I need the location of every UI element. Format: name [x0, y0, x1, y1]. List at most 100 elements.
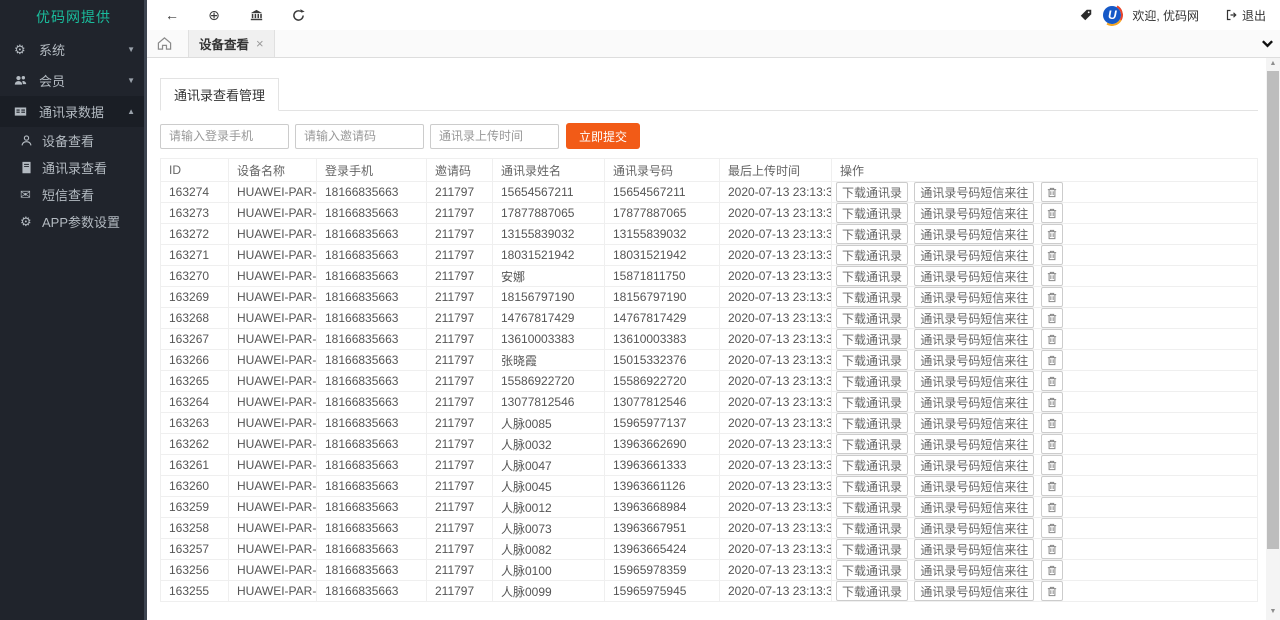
delete-button[interactable]: [1040, 518, 1063, 538]
delete-button[interactable]: [1040, 371, 1063, 391]
refresh-button[interactable]: [277, 0, 319, 30]
sms-history-button[interactable]: 通讯录号码短信来往: [914, 476, 1035, 496]
delete-button[interactable]: [1040, 203, 1063, 223]
delete-button[interactable]: [1040, 182, 1063, 202]
delete-button[interactable]: [1040, 581, 1063, 601]
delete-button[interactable]: [1040, 434, 1063, 454]
logout-button[interactable]: 退出: [1226, 7, 1266, 24]
sms-history-button[interactable]: 通讯录号码短信来往: [914, 581, 1035, 601]
sms-history-button[interactable]: 通讯录号码短信来往: [914, 287, 1035, 307]
table-row: 163267 HUAWEI-PAR-AL00 18166835663 21179…: [160, 328, 1258, 350]
sms-history-button[interactable]: 通讯录号码短信来往: [914, 413, 1035, 433]
sidebar-item-members[interactable]: 会员 ▼: [0, 65, 147, 96]
cell-invite: 211797: [426, 265, 493, 287]
back-button[interactable]: ←: [151, 0, 193, 30]
download-contacts-button[interactable]: 下载通讯录: [836, 560, 909, 580]
download-contacts-button[interactable]: 下载通讯录: [836, 371, 909, 391]
sms-history-button[interactable]: 通讯录号码短信来往: [914, 497, 1035, 517]
cell-number: 15965975945: [604, 580, 720, 602]
sms-history-button[interactable]: 通讯录号码短信来往: [914, 203, 1035, 223]
table-row: 163274 HUAWEI-PAR-AL00 18166835663 21179…: [160, 181, 1258, 203]
download-contacts-button[interactable]: 下载通讯录: [836, 434, 909, 454]
clear-cache-button[interactable]: [235, 0, 277, 30]
download-contacts-button[interactable]: 下载通讯录: [836, 182, 909, 202]
download-contacts-button[interactable]: 下载通讯录: [836, 581, 909, 601]
delete-button[interactable]: [1040, 413, 1063, 433]
table-row: 163272 HUAWEI-PAR-AL00 18166835663 21179…: [160, 223, 1258, 245]
download-contacts-button[interactable]: 下载通讯录: [836, 224, 909, 244]
download-contacts-button[interactable]: 下载通讯录: [836, 350, 909, 370]
download-contacts-button[interactable]: 下载通讯录: [836, 329, 909, 349]
delete-button[interactable]: [1040, 539, 1063, 559]
login-phone-input[interactable]: [160, 123, 289, 149]
vertical-scrollbar[interactable]: ▲ ▼: [1266, 58, 1280, 620]
download-contacts-button[interactable]: 下载通讯录: [836, 266, 909, 286]
sms-history-button[interactable]: 通讯录号码短信来往: [914, 518, 1035, 538]
sms-history-button[interactable]: 通讯录号码短信来往: [914, 392, 1035, 412]
trash-icon: [1047, 482, 1056, 492]
sms-history-button[interactable]: 通讯录号码短信来往: [914, 560, 1035, 580]
sms-history-button[interactable]: 通讯录号码短信来往: [914, 329, 1035, 349]
download-contacts-button[interactable]: 下载通讯录: [836, 476, 909, 496]
sidebar-item-device-view[interactable]: 设备查看: [0, 127, 147, 154]
delete-button[interactable]: [1040, 476, 1063, 496]
cell-time: 2020-07-13 23:13:32: [719, 223, 832, 245]
upload-time-input[interactable]: [430, 123, 559, 149]
invite-code-input[interactable]: [295, 123, 424, 149]
sms-history-button[interactable]: 通讯录号码短信来往: [914, 455, 1035, 475]
scroll-down-arrow[interactable]: ▼: [1266, 606, 1280, 618]
download-contacts-button[interactable]: 下载通讯录: [836, 287, 909, 307]
home-icon[interactable]: [157, 36, 172, 51]
delete-button[interactable]: [1040, 329, 1063, 349]
contacts-table: ID 设备名称 登录手机 邀请码 通讯录姓名 通讯录号码 最后上传时间 操作 1…: [160, 158, 1258, 602]
sms-history-button[interactable]: 通讯录号码短信来往: [914, 434, 1035, 454]
delete-button[interactable]: [1040, 287, 1063, 307]
download-contacts-button[interactable]: 下载通讯录: [836, 539, 909, 559]
tag-icon[interactable]: [1080, 9, 1092, 21]
sidebar-item-sms-view[interactable]: ✉ 短信查看: [0, 181, 147, 208]
tab-device-view[interactable]: 设备查看 ×: [188, 30, 275, 57]
delete-button[interactable]: [1040, 560, 1063, 580]
delete-button[interactable]: [1040, 308, 1063, 328]
delete-button[interactable]: [1040, 266, 1063, 286]
delete-button[interactable]: [1040, 350, 1063, 370]
delete-button[interactable]: [1040, 455, 1063, 475]
cell-number: 13963661126: [604, 475, 720, 497]
sidebar-item-contacts-view[interactable]: 通讯录查看: [0, 154, 147, 181]
delete-button[interactable]: [1040, 224, 1063, 244]
chevron-down-icon[interactable]: [1261, 37, 1274, 55]
close-icon[interactable]: ×: [256, 36, 264, 51]
sidebar-item-contacts-data[interactable]: 通讯录数据 ▲: [0, 96, 147, 127]
delete-button[interactable]: [1040, 392, 1063, 412]
sms-history-button[interactable]: 通讯录号码短信来往: [914, 224, 1035, 244]
sms-history-button[interactable]: 通讯录号码短信来往: [914, 245, 1035, 265]
tab-contacts-manage[interactable]: 通讯录查看管理: [160, 78, 280, 111]
sms-history-button[interactable]: 通讯录号码短信来往: [914, 266, 1035, 286]
download-contacts-button[interactable]: 下载通讯录: [836, 497, 909, 517]
sidebar-item-label: 通讯录查看: [42, 161, 108, 176]
download-contacts-button[interactable]: 下载通讯录: [836, 413, 909, 433]
submit-button[interactable]: 立即提交: [566, 123, 641, 149]
sms-history-button[interactable]: 通讯录号码短信来往: [914, 350, 1035, 370]
fullscreen-button[interactable]: ⊕: [193, 0, 235, 30]
sms-history-button[interactable]: 通讯录号码短信来往: [914, 308, 1035, 328]
table-row: 163265 HUAWEI-PAR-AL00 18166835663 21179…: [160, 370, 1258, 392]
download-contacts-button[interactable]: 下载通讯录: [836, 245, 909, 265]
scroll-up-arrow[interactable]: ▲: [1266, 58, 1280, 70]
scrollbar-thumb[interactable]: [1267, 71, 1279, 549]
download-contacts-button[interactable]: 下载通讯录: [836, 518, 909, 538]
delete-button[interactable]: [1040, 245, 1063, 265]
cell-id: 163257: [160, 538, 229, 560]
sms-history-button[interactable]: 通讯录号码短信来往: [914, 182, 1035, 202]
delete-button[interactable]: [1040, 497, 1063, 517]
sidebar-item-label: APP参数设置: [42, 215, 121, 230]
sms-history-button[interactable]: 通讯录号码短信来往: [914, 371, 1035, 391]
download-contacts-button[interactable]: 下载通讯录: [836, 392, 909, 412]
download-contacts-button[interactable]: 下载通讯录: [836, 308, 909, 328]
sidebar-item-system[interactable]: ⚙ 系统 ▼: [0, 34, 147, 65]
trash-icon: [1047, 293, 1056, 303]
download-contacts-button[interactable]: 下载通讯录: [836, 203, 909, 223]
download-contacts-button[interactable]: 下载通讯录: [836, 455, 909, 475]
sidebar-item-app-settings[interactable]: ⚙ APP参数设置: [0, 208, 147, 235]
sms-history-button[interactable]: 通讯录号码短信来往: [914, 539, 1035, 559]
